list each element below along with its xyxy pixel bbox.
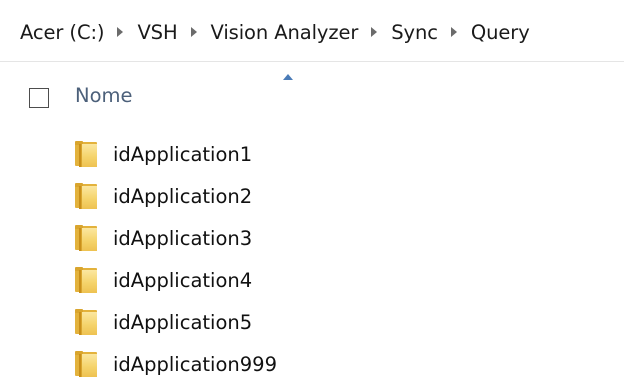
file-name: idApplication4 — [113, 268, 253, 292]
folder-icon — [75, 267, 97, 293]
chevron-right-icon[interactable] — [371, 27, 378, 37]
file-name: idApplication1 — [113, 142, 253, 166]
breadcrumb-item-sync[interactable]: Sync — [391, 21, 438, 44]
list-item[interactable]: idApplication999 — [60, 344, 600, 384]
list-item[interactable]: idApplication4 — [60, 260, 600, 300]
folder-icon — [75, 183, 97, 209]
list-item[interactable]: idApplication1 — [60, 134, 600, 174]
chevron-right-icon[interactable] — [450, 27, 457, 37]
breadcrumb-item-query[interactable]: Query — [471, 21, 530, 44]
breadcrumb: Acer (C:) VSH Vision Analyzer Sync Query — [20, 18, 530, 46]
folder-icon — [75, 225, 97, 251]
file-name: idApplication3 — [113, 226, 253, 250]
column-header-name[interactable]: Nome — [75, 84, 133, 107]
breadcrumb-item-vision-analyzer[interactable]: Vision Analyzer — [211, 21, 359, 44]
chevron-right-icon[interactable] — [190, 27, 197, 37]
folder-icon — [75, 309, 97, 335]
file-name: idApplication2 — [113, 184, 253, 208]
address-bar[interactable]: Acer (C:) VSH Vision Analyzer Sync Query — [0, 0, 624, 62]
breadcrumb-item-drive[interactable]: Acer (C:) — [20, 21, 105, 44]
file-name: idApplication5 — [113, 310, 253, 334]
file-name: idApplication999 — [113, 352, 277, 376]
list-item[interactable]: idApplication3 — [60, 218, 600, 258]
list-item[interactable]: idApplication2 — [60, 176, 600, 216]
folder-icon — [75, 351, 97, 377]
folder-icon — [75, 141, 97, 167]
sort-ascending-icon — [283, 74, 293, 80]
column-header-row: Nome — [0, 74, 624, 118]
chevron-right-icon[interactable] — [117, 27, 124, 37]
breadcrumb-item-vsh[interactable]: VSH — [137, 21, 177, 44]
list-item[interactable]: idApplication5 — [60, 302, 600, 342]
select-all-checkbox[interactable] — [29, 88, 49, 108]
